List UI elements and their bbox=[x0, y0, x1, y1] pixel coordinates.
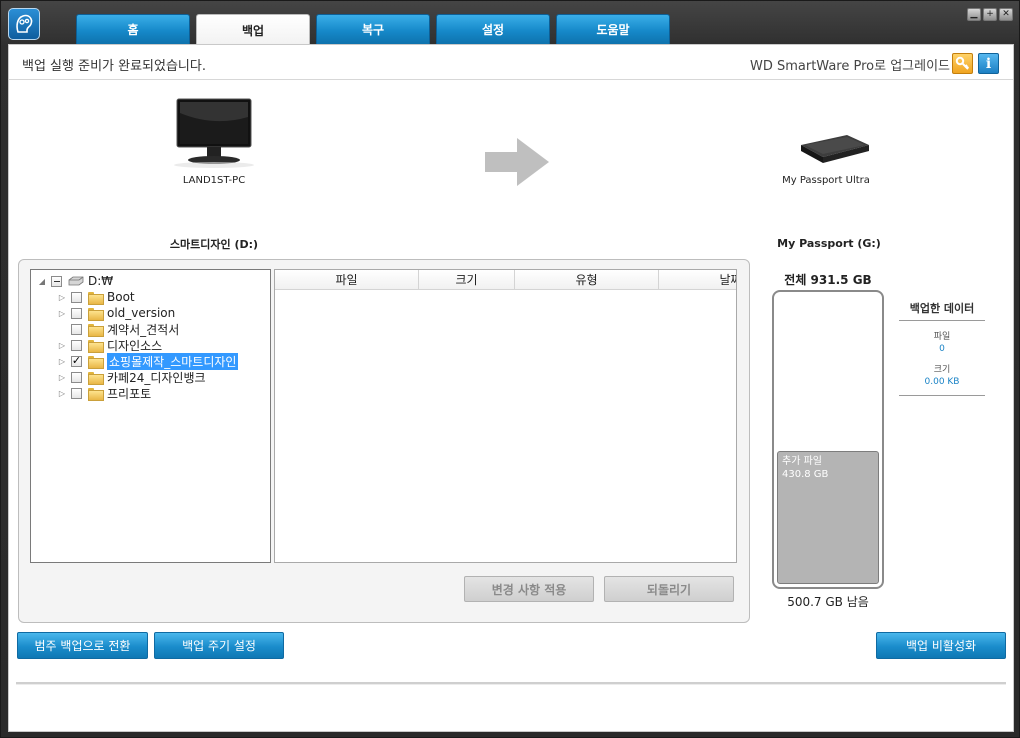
tree-item[interactable]: 계약서_견적서 bbox=[57, 321, 179, 337]
column-header-type[interactable]: 유형 bbox=[515, 270, 659, 290]
tree-item-checkbox[interactable] bbox=[71, 291, 82, 303]
tree-item[interactable]: ▷ 디자인소스 bbox=[57, 337, 162, 353]
size-label: 크기 bbox=[933, 365, 951, 375]
folder-tree[interactable]: ◢ D:₩ ▷ Boot ▷ old_version 계약서_견적서 ▷ 디자인… bbox=[30, 269, 271, 563]
tree-item-checkbox[interactable] bbox=[71, 323, 82, 335]
tree-item-label: 디자인소스 bbox=[107, 338, 163, 353]
tree-item-checkbox[interactable] bbox=[71, 371, 82, 383]
revert-button[interactable]: 되돌리기 bbox=[604, 576, 734, 602]
window-controls: ▁ + ✕ bbox=[967, 8, 1013, 21]
tree-item[interactable]: ▷ 카페24_디자인뱅크 bbox=[57, 369, 206, 385]
expand-icon[interactable]: ▷ bbox=[57, 309, 67, 318]
tab-backup[interactable]: 백업 bbox=[196, 14, 310, 45]
column-header-date[interactable]: 날짜 bbox=[659, 270, 736, 290]
expand-icon[interactable]: ▷ bbox=[57, 341, 67, 350]
app-window: 홈 백업 복구 설정 도움말 ▁ + ✕ 백업 실행 준비가 완료되었습니다. … bbox=[0, 0, 1020, 738]
tab-settings[interactable]: 설정 bbox=[436, 14, 550, 44]
free-capacity: 500.7 GB 남음 bbox=[787, 595, 869, 609]
backup-schedule-button[interactable]: 백업 주기 설정 bbox=[154, 632, 284, 659]
folder-icon bbox=[88, 371, 104, 385]
tree-root-label: D:₩ bbox=[88, 274, 114, 288]
upgrade-link[interactable]: WD SmartWare Pro로 업그레이드 bbox=[750, 55, 950, 74]
divider bbox=[16, 682, 1006, 685]
tree-item[interactable]: ▷ 프리포토 bbox=[57, 385, 151, 401]
size-value: 0.00 KB bbox=[924, 377, 960, 387]
status-message: 백업 실행 준비가 완료되었습니다. bbox=[22, 59, 206, 74]
source-device-name: LAND1ST-PC bbox=[182, 175, 246, 186]
tab-help[interactable]: 도움말 bbox=[556, 14, 670, 44]
column-header-file[interactable]: 파일 bbox=[275, 270, 419, 290]
file-browser: ◢ D:₩ ▷ Boot ▷ old_version 계약서_견적서 ▷ 디자인… bbox=[18, 259, 750, 623]
tree-item-label: 카페24_디자인뱅크 bbox=[107, 370, 206, 385]
capacity-gauge: 추가 파일 430.8 GB bbox=[772, 290, 884, 589]
file-list[interactable]: 파일 크기 유형 날짜 bbox=[274, 269, 737, 563]
backed-up-data-panel: 백업한 데이터 파일 0 크기 0.00 KB bbox=[899, 300, 985, 396]
wd-logo-icon bbox=[8, 8, 40, 40]
expand-icon[interactable]: ▷ bbox=[57, 357, 67, 366]
tree-item-label: 쇼핑몰제작_스마트디자인 bbox=[107, 352, 239, 370]
tree-item-label: 프리포토 bbox=[107, 386, 152, 401]
extra-files-size: 430.8 GB bbox=[782, 469, 829, 480]
files-label: 파일 bbox=[933, 332, 951, 342]
files-value: 0 bbox=[939, 344, 945, 354]
tab-home[interactable]: 홈 bbox=[76, 14, 190, 44]
folder-icon bbox=[88, 307, 104, 321]
info-icon[interactable]: i bbox=[978, 53, 999, 74]
category-backup-button[interactable]: 범주 백업으로 전환 bbox=[17, 632, 148, 659]
drive-icon bbox=[68, 276, 84, 286]
disable-backup-button[interactable]: 백업 비활성화 bbox=[876, 632, 1006, 659]
tree-item-label: old_version bbox=[107, 306, 176, 320]
backed-up-data-title: 백업한 데이터 bbox=[899, 300, 985, 321]
minimize-button[interactable]: ▁ bbox=[967, 8, 981, 21]
tree-item-selected[interactable]: ▷ ✓ 쇼핑몰제작_스마트디자인 bbox=[57, 352, 239, 370]
tree-item-label: 계약서_견적서 bbox=[107, 322, 180, 337]
arrow-right-icon bbox=[485, 138, 549, 190]
expand-icon[interactable]: ▷ bbox=[57, 389, 67, 398]
extra-files-label: 추가 파일 bbox=[782, 456, 822, 467]
key-icon[interactable] bbox=[952, 53, 973, 74]
external-drive-icon bbox=[795, 133, 873, 173]
tab-restore[interactable]: 복구 bbox=[316, 14, 430, 44]
tree-item-checkbox-checked[interactable]: ✓ bbox=[71, 355, 82, 367]
tree-item-checkbox[interactable] bbox=[71, 387, 82, 399]
folder-icon bbox=[88, 355, 104, 369]
tree-item-checkbox[interactable] bbox=[71, 307, 82, 319]
source-drive-title: 스마트디자인 (D:) bbox=[169, 238, 259, 251]
collapse-icon[interactable]: ◢ bbox=[37, 277, 47, 286]
expand-icon[interactable]: ▷ bbox=[57, 293, 67, 302]
tree-item-label: Boot bbox=[107, 290, 135, 304]
maximize-button[interactable]: + bbox=[983, 8, 997, 21]
total-capacity: 전체 931.5 GB bbox=[784, 273, 872, 287]
folder-icon bbox=[88, 339, 104, 353]
target-device-name: My Passport Ultra bbox=[782, 175, 870, 186]
backup-panel: 백업 실행 준비가 완료되었습니다. WD SmartWare Pro로 업그레… bbox=[8, 44, 1014, 732]
tree-root[interactable]: ◢ D:₩ bbox=[37, 273, 113, 289]
folder-icon bbox=[88, 323, 104, 337]
tree-item-checkbox[interactable] bbox=[71, 339, 82, 351]
expand-icon[interactable]: ▷ bbox=[57, 373, 67, 382]
apply-changes-button[interactable]: 변경 사항 적용 bbox=[464, 576, 594, 602]
close-button[interactable]: ✕ bbox=[999, 8, 1013, 21]
status-bar: 백업 실행 준비가 완료되었습니다. WD SmartWare Pro로 업그레… bbox=[9, 45, 1013, 80]
target-drive-title: My Passport (G:) bbox=[777, 237, 881, 250]
folder-icon bbox=[88, 387, 104, 401]
tree-item[interactable]: ▷ old_version bbox=[57, 305, 175, 321]
folder-icon bbox=[88, 291, 104, 305]
extra-files-fill: 추가 파일 430.8 GB bbox=[777, 451, 879, 584]
column-header-size[interactable]: 크기 bbox=[419, 270, 515, 290]
computer-icon bbox=[169, 97, 259, 169]
tree-item[interactable]: ▷ Boot bbox=[57, 289, 135, 305]
root-checkbox[interactable] bbox=[51, 275, 62, 287]
